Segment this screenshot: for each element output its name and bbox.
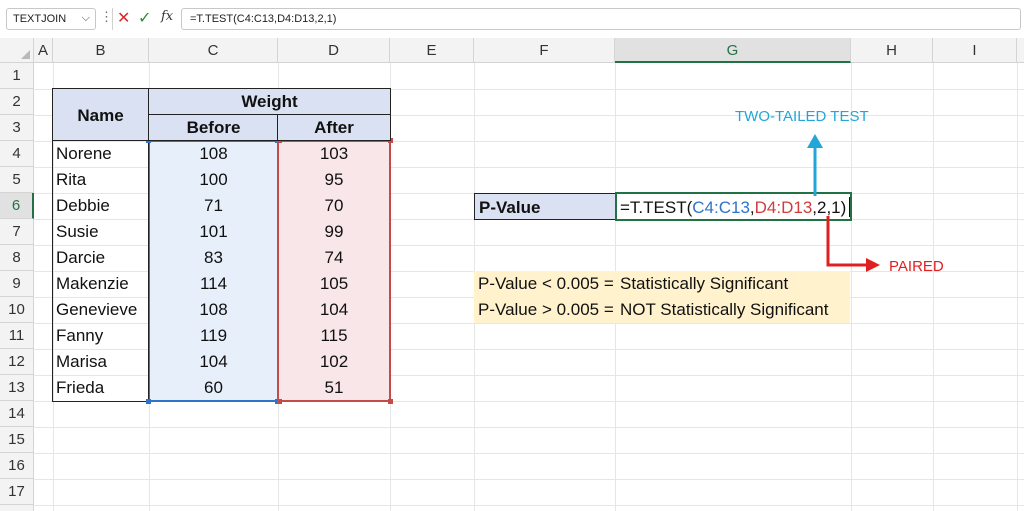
cell-after[interactable]: 74 bbox=[278, 245, 390, 271]
paired-annotation: PAIRED bbox=[889, 258, 944, 275]
row-header-17[interactable]: 17 bbox=[0, 479, 34, 505]
cell-after[interactable]: 105 bbox=[278, 271, 390, 297]
text-cursor bbox=[849, 197, 851, 217]
column-header-h[interactable]: H bbox=[851, 38, 933, 63]
row-header-9[interactable]: 9 bbox=[0, 271, 34, 297]
cell-name[interactable]: Norene bbox=[56, 141, 148, 167]
cell-before[interactable]: 108 bbox=[149, 297, 278, 323]
row-header-14[interactable]: 14 bbox=[0, 401, 34, 427]
cell-before[interactable]: 101 bbox=[149, 219, 278, 245]
row-header-3[interactable]: 3 bbox=[0, 115, 34, 141]
two-tailed-arrow bbox=[807, 134, 823, 196]
name-box-value: TEXTJOIN bbox=[13, 13, 67, 25]
cell-before[interactable]: 104 bbox=[149, 349, 278, 375]
row-header-11[interactable]: 11 bbox=[0, 323, 34, 349]
insert-function-icon[interactable]: fx bbox=[161, 9, 173, 24]
pvalue-formula-cell[interactable]: =T.TEST(C4:C13,D4:D13,2,1) bbox=[615, 192, 852, 221]
chevron-down-icon[interactable]: ⌵ bbox=[82, 12, 90, 25]
info-line1-result: Statistically Significant bbox=[620, 274, 789, 293]
cell-after[interactable]: 102 bbox=[278, 349, 390, 375]
name-box[interactable]: TEXTJOIN ⌵ bbox=[6, 8, 96, 30]
formula-bar: TEXTJOIN ⌵ ⋮ ✕ ✓ fx =T.TEST(C4:C13,D4:D1… bbox=[0, 0, 1024, 38]
select-all-corner[interactable] bbox=[0, 38, 34, 63]
column-header-b[interactable]: B bbox=[53, 38, 149, 63]
cell-name[interactable]: Makenzie bbox=[56, 271, 148, 297]
cell-after[interactable]: 95 bbox=[278, 167, 390, 193]
cancel-icon[interactable]: ✕ bbox=[117, 8, 130, 28]
column-header-a[interactable]: A bbox=[34, 38, 53, 63]
column-header-f[interactable]: F bbox=[474, 38, 615, 63]
header-after[interactable]: After bbox=[277, 114, 391, 141]
paired-arrow bbox=[826, 216, 880, 272]
formula-bar-divider bbox=[112, 8, 113, 30]
cell-before[interactable]: 100 bbox=[149, 167, 278, 193]
cell-name[interactable]: Debbie bbox=[56, 193, 148, 219]
row-header-6[interactable]: 6 bbox=[0, 193, 34, 219]
cell-name[interactable]: Susie bbox=[56, 219, 148, 245]
info-line2-condition: P-Value > 0.005 = bbox=[478, 300, 614, 319]
formula-suffix: ,2,1) bbox=[812, 198, 847, 217]
enter-icon[interactable]: ✓ bbox=[138, 8, 151, 28]
cell-before[interactable]: 114 bbox=[149, 271, 278, 297]
info-line2-result: NOT Statistically Significant bbox=[620, 300, 829, 319]
cell-name[interactable]: Darcie bbox=[56, 245, 148, 271]
cell-after[interactable]: 99 bbox=[278, 219, 390, 245]
cell-before[interactable]: 108 bbox=[149, 141, 278, 167]
row-header-7[interactable]: 7 bbox=[0, 219, 34, 245]
column-header-g[interactable]: G bbox=[615, 38, 851, 63]
cell-after[interactable]: 104 bbox=[278, 297, 390, 323]
row-header-4[interactable]: 4 bbox=[0, 141, 34, 167]
cell-after[interactable]: 103 bbox=[278, 141, 390, 167]
info-line1-condition: P-Value < 0.005 = bbox=[478, 274, 614, 293]
cell-after[interactable]: 70 bbox=[278, 193, 390, 219]
row-header-13[interactable]: 13 bbox=[0, 375, 34, 401]
row-header-1[interactable]: 1 bbox=[0, 63, 34, 89]
row-header-8[interactable]: 8 bbox=[0, 245, 34, 271]
header-weight[interactable]: Weight bbox=[148, 88, 391, 115]
cell-name[interactable]: Genevieve bbox=[56, 297, 148, 323]
row-header-12[interactable]: 12 bbox=[0, 349, 34, 375]
row-header-15[interactable]: 15 bbox=[0, 427, 34, 453]
row-header-10[interactable]: 10 bbox=[0, 297, 34, 323]
pvalue-label[interactable]: P-Value bbox=[474, 193, 616, 220]
cell-before[interactable]: 119 bbox=[149, 323, 278, 349]
column-header-j[interactable] bbox=[1017, 38, 1024, 63]
two-tailed-annotation: TWO-TAILED TEST bbox=[735, 108, 869, 125]
row-header-18[interactable] bbox=[0, 505, 34, 511]
cell-before[interactable]: 71 bbox=[149, 193, 278, 219]
cell-name[interactable]: Fanny bbox=[56, 323, 148, 349]
cell-after[interactable]: 115 bbox=[278, 323, 390, 349]
header-name[interactable]: Name bbox=[52, 88, 149, 141]
column-header-e[interactable]: E bbox=[390, 38, 474, 63]
column-header-c[interactable]: C bbox=[149, 38, 278, 63]
significance-info-box: P-Value < 0.005 = Statistically Signific… bbox=[474, 271, 850, 323]
cell-name[interactable]: Rita bbox=[56, 167, 148, 193]
column-header-i[interactable]: I bbox=[933, 38, 1017, 63]
header-before[interactable]: Before bbox=[148, 114, 279, 141]
row-header-16[interactable]: 16 bbox=[0, 453, 34, 479]
row-header-5[interactable]: 5 bbox=[0, 167, 34, 193]
column-header-d[interactable]: D bbox=[278, 38, 390, 63]
cell-name[interactable]: Frieda bbox=[56, 375, 148, 401]
formula-input[interactable]: =T.TEST(C4:C13,D4:D13,2,1) bbox=[181, 8, 1021, 30]
formula-range-d: D4:D13 bbox=[754, 198, 813, 217]
row-header-2[interactable]: 2 bbox=[0, 89, 34, 115]
formula-range-c: C4:C13 bbox=[692, 198, 750, 217]
cell-before[interactable]: 83 bbox=[149, 245, 278, 271]
spreadsheet-grid: A B C D E F G H I 1 2 3 4 5 6 7 8 9 10 1… bbox=[0, 38, 1024, 511]
formula-prefix: =T.TEST( bbox=[620, 198, 693, 217]
cell-after[interactable]: 51 bbox=[278, 375, 390, 401]
cell-before[interactable]: 60 bbox=[149, 375, 278, 401]
cell-name[interactable]: Marisa bbox=[56, 349, 148, 375]
